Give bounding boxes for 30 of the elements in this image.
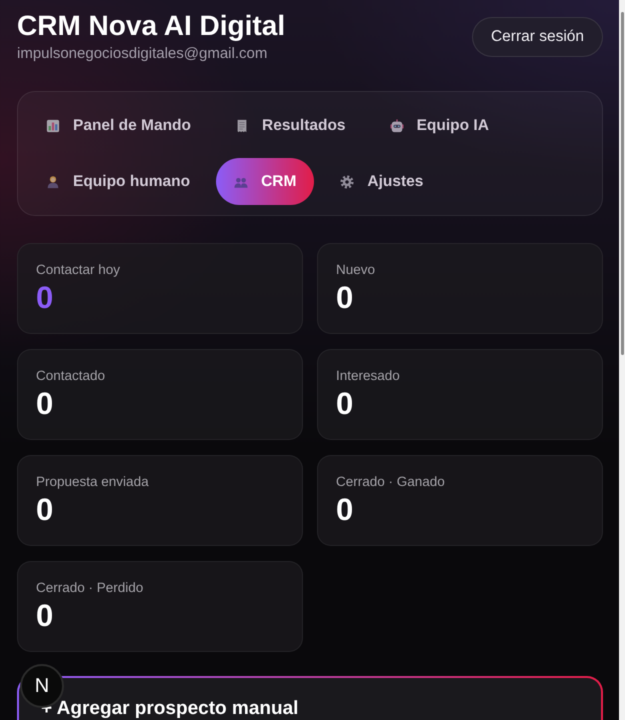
stat-value: 0 bbox=[336, 493, 354, 527]
user-email: impulsonegociosdigitales@gmail.com bbox=[17, 45, 268, 63]
scrollbar-thumb[interactable] bbox=[620, 12, 624, 355]
bar-chart-icon bbox=[46, 118, 60, 132]
app-title: CRM Nova AI Digital bbox=[17, 10, 286, 42]
robot-icon bbox=[390, 118, 404, 132]
stat-label: Interesado bbox=[336, 368, 401, 384]
person-icon bbox=[46, 174, 60, 188]
stat-label: Contactar hoy bbox=[36, 262, 122, 278]
stat-value: 0 bbox=[36, 387, 54, 421]
stat-value: 0 bbox=[36, 281, 54, 315]
receipt-icon bbox=[235, 118, 249, 132]
stat-value: 0 bbox=[36, 599, 54, 633]
stat-label: Contactado bbox=[36, 368, 106, 384]
stat-value: 0 bbox=[336, 281, 354, 315]
nav-tab[interactable]: Panel de Mando bbox=[28, 102, 209, 149]
stat-label: Nuevo bbox=[336, 262, 376, 278]
nav-tab[interactable]: CRM bbox=[216, 158, 314, 205]
scrollbar-track[interactable] bbox=[619, 0, 625, 720]
stat-label: Cerrado · Perdido bbox=[36, 580, 144, 596]
stat-label: Cerrado · Ganado bbox=[336, 474, 446, 490]
logout-button[interactable]: Cerrar sesión bbox=[472, 17, 603, 57]
nav-tab[interactable]: Resultados bbox=[217, 102, 364, 149]
nav-tab[interactable]: Equipo humano bbox=[28, 158, 208, 205]
stat-label: Propuesta enviada bbox=[36, 474, 150, 490]
stat-value: 0 bbox=[336, 387, 354, 421]
nav-tab[interactable]: Ajustes bbox=[322, 158, 442, 205]
gear-icon bbox=[340, 174, 354, 188]
nav-tab[interactable]: Equipo IA bbox=[372, 102, 507, 149]
stat-value: 0 bbox=[36, 493, 54, 527]
